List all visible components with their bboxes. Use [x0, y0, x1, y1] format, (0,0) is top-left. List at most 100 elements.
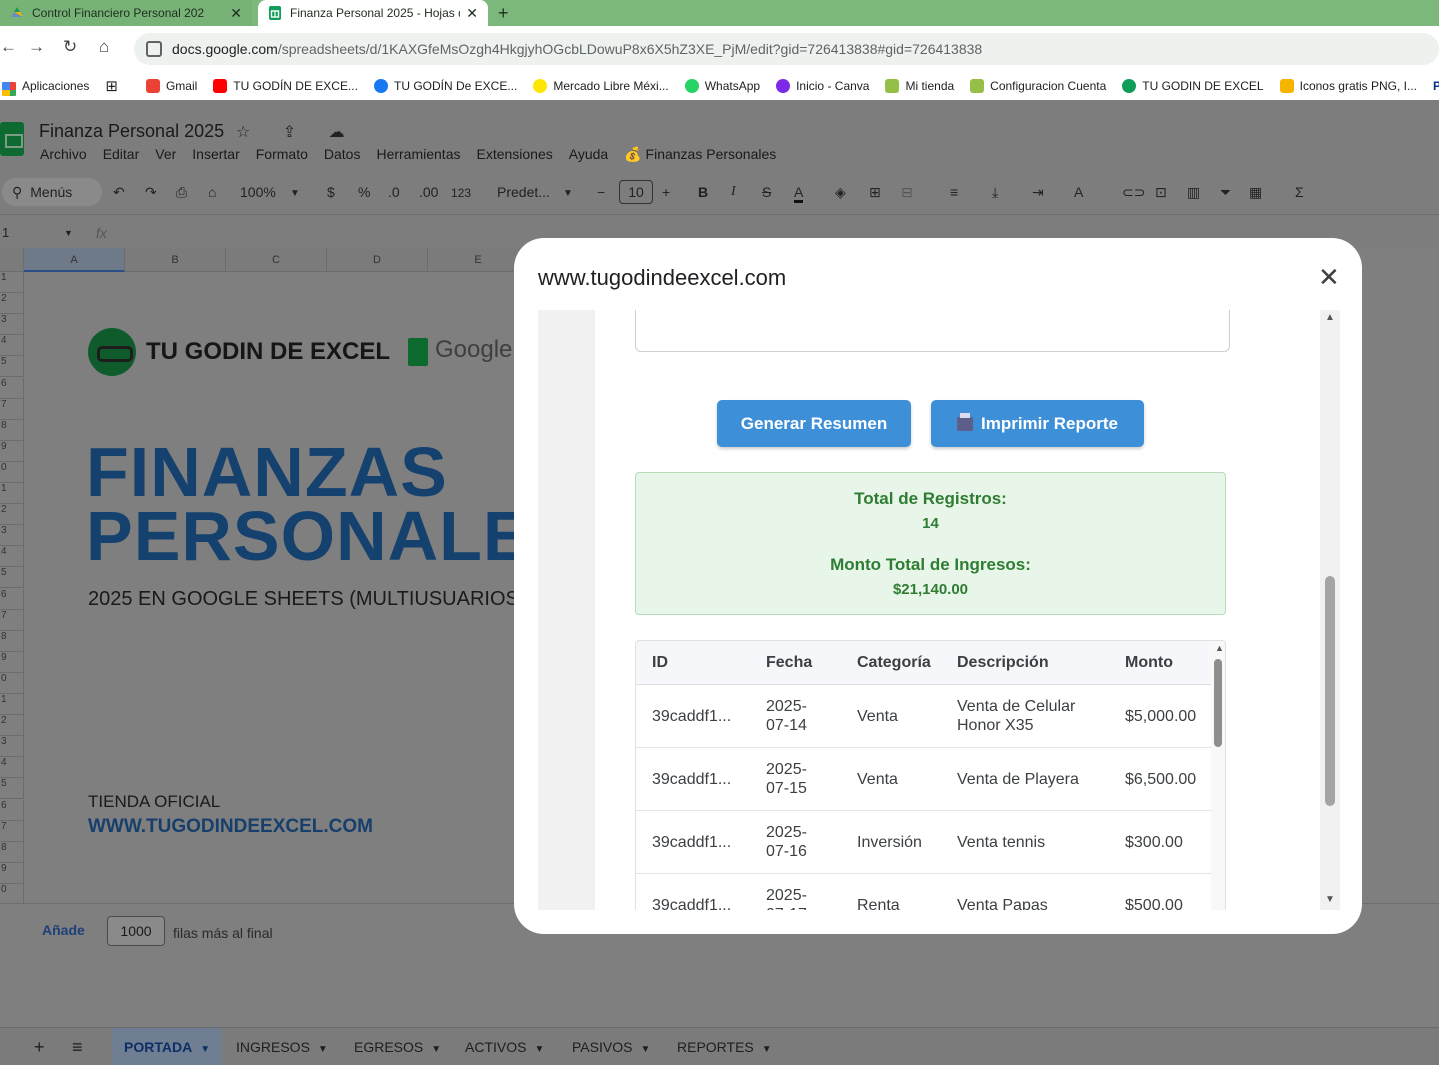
increase-decimal-button[interactable]: .00	[419, 184, 438, 200]
align-horizontal-icon[interactable]: ≡	[950, 184, 958, 200]
row-header[interactable]: 5	[0, 567, 24, 589]
column-header[interactable]: A	[24, 248, 125, 272]
dialog-scrollbar-thumb[interactable]	[1325, 576, 1335, 806]
row-header[interactable]: 6	[0, 377, 24, 399]
bookmark-facebook[interactable]: TU GODÍN De EXCE...	[373, 79, 517, 93]
add-rows-button[interactable]: Añade	[42, 922, 85, 938]
column-header[interactable]: D	[327, 248, 428, 272]
bookmark-all-icon[interactable]: ⊞	[105, 77, 118, 95]
row-header[interactable]: 3	[0, 525, 24, 547]
table-row[interactable]: 39caddf1... 2025- 07-16 Inversión Venta …	[636, 811, 1211, 874]
link-icon[interactable]: ⊂⊃	[1122, 184, 1145, 201]
browser-tab-control-financiero[interactable]: Control Financiero Personal 202 ✕	[0, 0, 252, 26]
chevron-down-icon[interactable]: ▼	[64, 228, 73, 238]
table-row[interactable]: 39caddf1... 2025- 07-14 Venta Venta de C…	[636, 685, 1211, 748]
functions-button[interactable]: Σ	[1295, 184, 1304, 200]
column-header-categoria[interactable]: Categoría	[857, 654, 931, 672]
row-header[interactable]: 7	[0, 398, 24, 420]
currency-button[interactable]: $	[327, 184, 335, 200]
bookmark-mercado-libre[interactable]: Mercado Libre Méxi...	[533, 79, 669, 93]
row-header[interactable]: 0	[0, 461, 24, 483]
menu-extensiones[interactable]: Extensiones	[476, 146, 552, 163]
zoom-select[interactable]: 100%	[240, 184, 276, 200]
fill-color-icon[interactable]: ◈	[835, 184, 846, 201]
decrease-decimal-button[interactable]: .0	[388, 184, 400, 200]
scroll-down-icon[interactable]: ▼	[1325, 894, 1335, 905]
address-bar[interactable]: docs.google.com /spreadsheets/d/1KAXGfeM…	[134, 33, 1439, 65]
document-title[interactable]: Finanza Personal 2025	[39, 121, 224, 142]
tab-portada[interactable]: PORTADA ▼	[112, 1028, 223, 1065]
chevron-down-icon[interactable]: ▼	[431, 1044, 441, 1055]
paint-format-icon[interactable]: ⌂	[208, 184, 216, 200]
select-all-corner[interactable]	[0, 248, 24, 272]
row-header[interactable]: 1	[0, 272, 24, 294]
text-color-button[interactable]: A	[794, 184, 804, 203]
strikethrough-button[interactable]: S	[762, 184, 771, 200]
row-header[interactable]: 1	[0, 483, 24, 505]
back-icon[interactable]: ←	[0, 37, 17, 57]
merge-cells-icon[interactable]: ⊟	[901, 184, 913, 201]
comment-icon[interactable]: ⊡	[1155, 184, 1167, 201]
row-header[interactable]: 0	[0, 883, 24, 905]
close-icon[interactable]: ✕	[230, 5, 242, 22]
tab-egresos[interactable]: EGRESOS ▼	[342, 1028, 453, 1065]
row-header[interactable]: 5	[0, 778, 24, 800]
row-header[interactable]: 3	[0, 314, 24, 336]
font-size-increase-icon[interactable]: +	[662, 184, 670, 200]
chevron-down-icon[interactable]: ▼	[762, 1044, 772, 1055]
chevron-down-icon[interactable]: ▼	[290, 188, 300, 199]
chevron-down-icon[interactable]: ▼	[640, 1044, 650, 1055]
tab-pasivos[interactable]: PASIVOS ▼	[560, 1028, 662, 1065]
chevron-down-icon[interactable]: ▼	[563, 188, 573, 199]
row-header[interactable]: 8	[0, 419, 24, 441]
menu-archivo[interactable]: Archivo	[40, 146, 87, 163]
row-header[interactable]: 7	[0, 820, 24, 842]
menu-datos[interactable]: Datos	[324, 146, 361, 163]
all-sheets-button[interactable]: ≡	[60, 1028, 95, 1065]
bookmark-configuracion[interactable]: Configuracion Cuenta	[970, 79, 1106, 93]
row-header[interactable]: 9	[0, 862, 24, 884]
font-size-decrease-icon[interactable]: −	[597, 184, 605, 200]
bookmark-mi-tienda[interactable]: Mi tienda	[885, 79, 954, 93]
column-header-fecha[interactable]: Fecha	[766, 654, 812, 672]
row-header[interactable]: 9	[0, 440, 24, 462]
bookmark-canva[interactable]: Inicio - Canva	[776, 79, 869, 93]
tab-ingresos[interactable]: INGRESOS ▼	[224, 1028, 340, 1065]
site-settings-icon[interactable]	[146, 41, 162, 57]
row-header[interactable]: 4	[0, 546, 24, 568]
borders-icon[interactable]: ⊞	[869, 184, 881, 201]
print-report-button[interactable]: Imprimir Reporte	[931, 400, 1144, 447]
table-row[interactable]: 39caddf1... 2025- 07-15 Venta Venta de P…	[636, 748, 1211, 811]
number-format-button[interactable]: 123	[451, 186, 471, 200]
forward-icon[interactable]: →	[28, 37, 45, 57]
bookmark-gmail[interactable]: Gmail	[145, 79, 197, 93]
row-header[interactable]: 2	[0, 715, 24, 737]
new-tab-button[interactable]: +	[498, 0, 509, 26]
row-header[interactable]: 8	[0, 630, 24, 652]
menu-formato[interactable]: Formato	[256, 146, 308, 163]
generate-summary-button[interactable]: Generar Resumen	[717, 400, 911, 447]
scroll-up-icon[interactable]: ▲	[1325, 312, 1335, 323]
close-dialog-icon[interactable]: ✕	[1318, 262, 1340, 292]
chevron-down-icon[interactable]: ▼	[200, 1044, 210, 1055]
table-row[interactable]: 39caddf1... 2025- 07-17 Renta Venta Papa…	[636, 874, 1211, 910]
add-rows-input[interactable]: 1000	[107, 916, 165, 946]
row-header[interactable]: 9	[0, 651, 24, 673]
row-header[interactable]: 2	[0, 293, 24, 315]
title-actions-icons[interactable]: ☆ ⇪ ☁	[236, 122, 359, 142]
text-wrap-icon[interactable]: ⇥	[1032, 184, 1044, 201]
undo-icon[interactable]: ↶	[113, 184, 125, 201]
menu-editar[interactable]: Editar	[103, 146, 140, 163]
column-header-monto[interactable]: Monto	[1125, 654, 1173, 672]
column-header[interactable]: B	[125, 248, 226, 272]
text-rotation-icon[interactable]: A	[1074, 184, 1083, 200]
row-header[interactable]: 7	[0, 609, 24, 631]
italic-button[interactable]: I	[731, 184, 736, 200]
filter-icon[interactable]: ⏷	[1220, 184, 1231, 201]
row-header[interactable]: 0	[0, 672, 24, 694]
bookmark-iconos[interactable]: Iconos gratis PNG, I...	[1279, 79, 1417, 93]
menu-insertar[interactable]: Insertar	[192, 146, 239, 163]
font-size-input[interactable]: 10	[619, 180, 653, 204]
row-header[interactable]: 2	[0, 504, 24, 526]
bookmark-youtube[interactable]: TU GODÍN DE EXCE...	[213, 79, 358, 93]
